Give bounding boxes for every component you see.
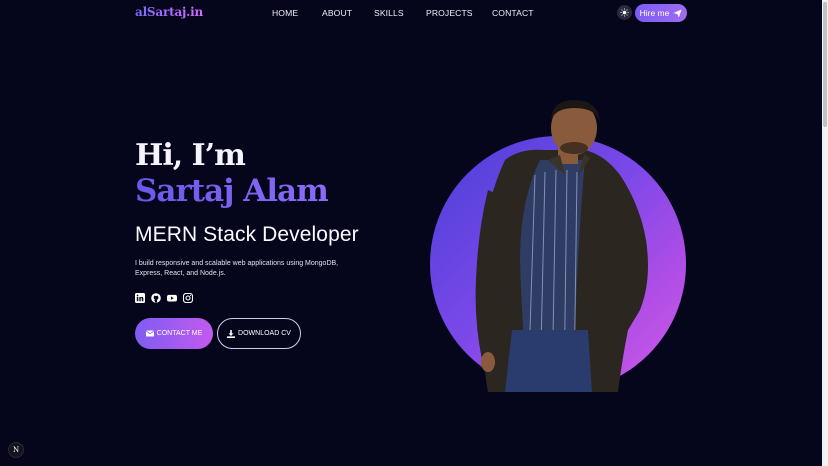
linkedin-icon[interactable] [135, 293, 145, 303]
youtube-icon[interactable] [167, 293, 177, 303]
hero-description: I build responsive and scalable web appl… [135, 260, 339, 277]
scrollbar-thumb[interactable] [823, 2, 827, 127]
hire-me-button[interactable]: Hire me [635, 4, 687, 22]
download-cv-label: DOWNLOAD CV [238, 330, 291, 337]
nav-item-skills[interactable]: SKILLS [374, 8, 404, 18]
instagram-icon[interactable] [183, 293, 193, 303]
nav-item-about[interactable]: ABOUT [322, 8, 352, 18]
hire-me-label: Hire me [639, 8, 670, 18]
nav-item-home[interactable]: HOME [272, 8, 298, 18]
profile-circle [430, 136, 686, 392]
social-links [135, 293, 193, 303]
download-icon [227, 329, 236, 338]
paper-plane-icon [673, 8, 682, 18]
github-icon[interactable] [151, 293, 161, 303]
contact-me-label: CONTACT ME [156, 330, 203, 337]
hero-greeting: Hi, I’m [135, 138, 246, 173]
top-navbar: alSartaj.in HOME ABOUT SKILLS PROJECTS C… [0, 0, 822, 26]
envelope-icon [145, 330, 154, 337]
nav-item-contact[interactable]: CONTACT [492, 8, 534, 18]
profile-photo [475, 100, 648, 393]
sun-icon [620, 8, 629, 17]
hero-role: MERN Stack Developer [135, 223, 359, 246]
nav-item-projects[interactable]: PROJECTS [426, 8, 473, 18]
site-logo[interactable]: alSartaj.in [135, 5, 203, 19]
hero-name: Sartaj Alam [135, 173, 329, 209]
contact-me-button[interactable]: CONTACT ME [135, 318, 213, 349]
theme-toggle-button[interactable] [617, 5, 632, 20]
download-cv-button[interactable]: DOWNLOAD CV [217, 318, 301, 349]
nextjs-dev-badge[interactable]: N [8, 442, 24, 458]
